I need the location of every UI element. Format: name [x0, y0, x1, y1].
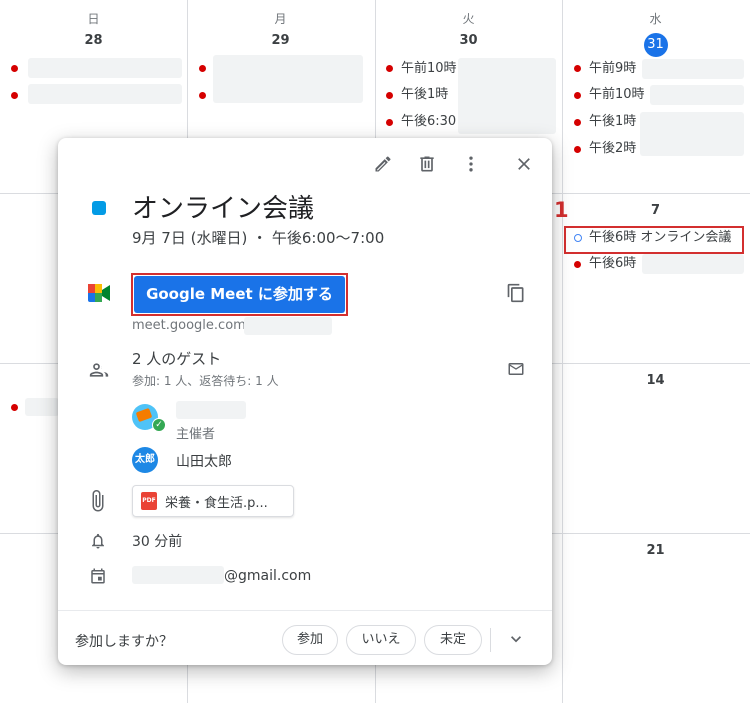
day-number[interactable]: 21 — [562, 543, 749, 558]
trash-icon — [420, 156, 434, 172]
redacted-event[interactable] — [28, 58, 182, 78]
redacted-event-title — [640, 112, 744, 156]
redacted-event-title — [458, 58, 556, 134]
redacted-event-title — [650, 85, 744, 105]
day-of-week: 日 — [87, 12, 100, 26]
event-color-square — [92, 201, 106, 215]
event-time[interactable]: 午後6:30 — [401, 112, 456, 132]
bell-icon — [89, 531, 107, 555]
rsvp-no-button[interactable]: いいえ — [346, 625, 416, 655]
event-dot — [11, 404, 18, 411]
event-dot — [386, 119, 393, 126]
footer-divider — [58, 610, 552, 611]
highlight-box — [564, 226, 744, 254]
join-google-meet-button[interactable]: Google Meet に参加する — [134, 276, 345, 313]
rsvp-divider — [490, 628, 491, 652]
email-guests-button[interactable] — [506, 360, 526, 382]
redacted-event[interactable] — [28, 84, 182, 104]
event-dot — [574, 261, 581, 268]
avatar[interactable]: 太郎 — [132, 447, 158, 473]
day-of-week: 火 — [462, 12, 475, 26]
redacted-organizer-name — [176, 401, 246, 419]
day-header-tue[interactable]: 火 30 — [375, 10, 562, 48]
check-icon: ✓ — [153, 419, 165, 431]
event-details-popup: オンライン会議 9月 7日 (水曜日) ・ 午後6:00～7:00 Google… — [58, 138, 552, 665]
event-dot — [574, 119, 581, 126]
event-dot — [574, 146, 581, 153]
calendar-owner-email: @gmail.com — [224, 568, 312, 584]
rsvp-yes-button[interactable]: 参加 — [282, 625, 338, 655]
guest-name[interactable]: 山田太郎 — [176, 451, 232, 471]
day-number[interactable]: 29 — [187, 33, 374, 48]
day-number[interactable]: 28 — [0, 33, 187, 48]
redacted-event-title — [642, 59, 744, 79]
day-number[interactable]: 14 — [562, 373, 749, 388]
event-dot — [199, 92, 206, 99]
accepted-check-badge: ✓ — [152, 418, 166, 432]
guests-title: 2 人のゲスト — [132, 350, 222, 368]
redacted-meet-code — [244, 317, 332, 335]
day-header-wed[interactable]: 水 31 — [562, 10, 749, 57]
event-time[interactable]: 午前9時 — [589, 59, 636, 79]
close-button[interactable] — [509, 149, 539, 179]
event-dot — [11, 65, 18, 72]
more-options-button[interactable] — [456, 149, 486, 179]
day-header-mon[interactable]: 月 29 — [187, 10, 374, 48]
pdf-icon: PDF — [141, 492, 157, 510]
people-icon — [88, 360, 110, 384]
meet-url[interactable]: meet.google.com/ — [132, 318, 250, 333]
redacted-event[interactable] — [25, 398, 59, 416]
attachment-chip[interactable]: PDF 栄養・食生活.p... — [132, 485, 294, 517]
day-header-sun[interactable]: 日 28 — [0, 10, 187, 48]
day-number[interactable]: 7 — [562, 203, 749, 218]
edit-button[interactable] — [368, 149, 398, 179]
event-datetime: 9月 7日 (水曜日) ・ 午後6:00～7:00 — [132, 229, 385, 247]
rsvp-question: 参加しますか？ — [75, 634, 173, 650]
rsvp-options-button[interactable] — [506, 629, 526, 653]
mail-icon — [508, 363, 524, 375]
attachment-name: 栄養・食生活.p... — [165, 496, 268, 511]
event-dot — [386, 92, 393, 99]
redacted-event[interactable] — [213, 55, 363, 103]
event-time[interactable]: 午前10時 — [401, 59, 457, 79]
event-dot — [574, 92, 581, 99]
event-time[interactable]: 午後1時 — [589, 112, 636, 132]
close-icon — [518, 158, 530, 170]
event-time[interactable]: 午前10時 — [589, 85, 645, 105]
guests-summary: 参加: 1 人、返答待ち: 1 人 — [132, 374, 279, 388]
organizer-label: 主催者 — [176, 427, 216, 442]
event-dot — [11, 92, 18, 99]
event-time[interactable]: 午後2時 — [589, 139, 636, 159]
event-time[interactable]: 午後1時 — [401, 85, 448, 105]
paperclip-icon — [91, 490, 105, 516]
rsvp-maybe-button[interactable]: 未定 — [424, 625, 482, 655]
event-dot — [199, 65, 206, 72]
copy-button[interactable] — [506, 282, 526, 308]
event-dot — [386, 65, 393, 72]
google-meet-icon — [88, 284, 110, 306]
day-number[interactable]: 30 — [375, 33, 562, 48]
column-divider — [562, 0, 563, 703]
today-date-badge[interactable]: 31 — [643, 33, 668, 57]
copy-icon — [507, 283, 524, 303]
delete-button[interactable] — [412, 149, 442, 179]
event-time[interactable]: 午後6時 — [589, 254, 636, 274]
step-marker-1: 1 — [554, 198, 569, 222]
event-title: オンライン会議 — [132, 194, 315, 224]
redacted-event-title — [642, 254, 744, 274]
reminder-text: 30 分前 — [132, 534, 183, 550]
redacted-email-user — [132, 566, 224, 584]
pencil-icon — [375, 156, 391, 172]
day-of-week: 水 — [649, 12, 662, 26]
event-dot — [574, 65, 581, 72]
day-of-week: 月 — [274, 12, 287, 26]
calendar-icon — [89, 566, 107, 590]
more-vert-icon — [469, 156, 473, 172]
chevron-down-icon — [511, 636, 521, 643]
